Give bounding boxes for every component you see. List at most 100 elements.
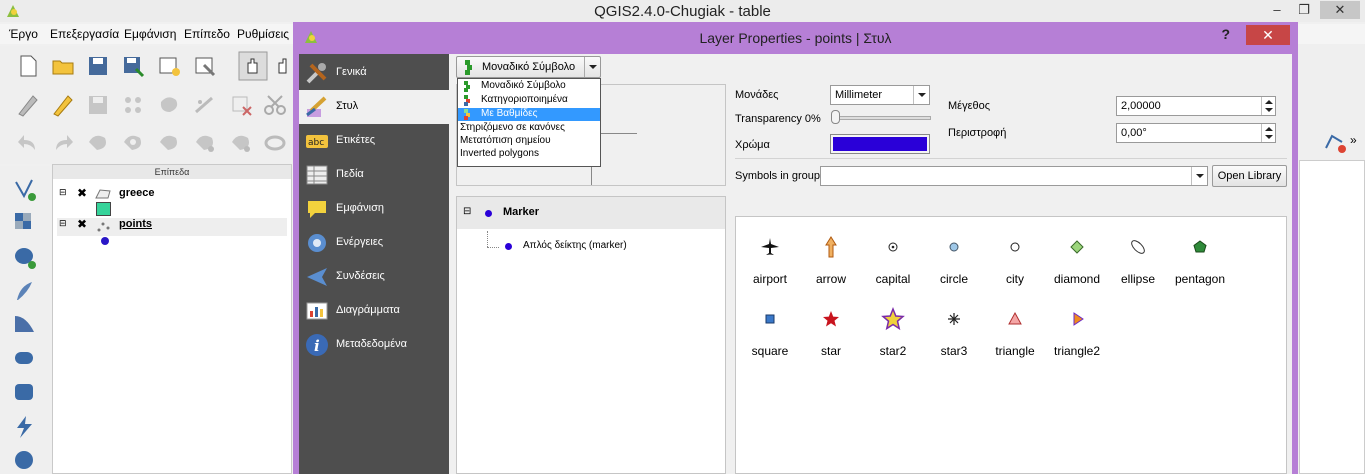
renderer-option-inverted-polygons[interactable]: Inverted polygons (458, 148, 600, 161)
units-combo[interactable]: Millimeter (830, 85, 930, 105)
renderer-option-rule-based[interactable]: Στηριζόμενο σε κανόνες (458, 122, 600, 135)
renderer-option-point-displacement[interactable]: Μετατόπιση σημείου (458, 135, 600, 148)
delete-selected-icon[interactable] (228, 92, 254, 118)
undo-icon[interactable] (15, 130, 41, 156)
dialog-body: Γενικά Στυλ abc Ετικέτες Πεδία Εμφάνιση (299, 54, 1292, 474)
layer-visibility-checkbox[interactable]: ✖ (77, 217, 87, 231)
chevron-down-icon[interactable] (584, 57, 600, 77)
symbol-star2[interactable]: star2 (862, 289, 924, 358)
renderer-option-categorized[interactable]: Κατηγοριοποιημένα (458, 94, 600, 107)
symbol-circle[interactable]: circle (923, 217, 985, 286)
layer-row-greece[interactable]: ⊟ ✖ greece (57, 186, 287, 205)
symbol-airport[interactable]: airport (739, 217, 801, 286)
symbol-star[interactable]: star (800, 289, 862, 358)
chevron-down-icon[interactable] (1191, 167, 1207, 185)
pan-map-icon[interactable] (238, 51, 268, 81)
add-db2-layer-icon[interactable] (12, 380, 38, 406)
node-editor-icon[interactable] (1322, 130, 1346, 154)
tree-child-row[interactable]: Απλός δείκτης (marker) (477, 239, 717, 257)
add-ring-icon[interactable] (120, 130, 146, 156)
tree-root-row[interactable]: ⊟ Marker (457, 197, 725, 229)
add-vector-layer-icon[interactable] (12, 176, 38, 202)
symbols-group-combo[interactable] (820, 166, 1208, 186)
toggle-editing-icon[interactable] (50, 92, 76, 118)
help-button[interactable]: ? (1221, 26, 1230, 42)
redo-icon[interactable] (50, 130, 76, 156)
renderer-option-single[interactable]: Μοναδικό Σύμβολο (458, 80, 600, 93)
simplify-feature-icon[interactable] (85, 130, 111, 156)
close-dialog-button[interactable]: ✕ (1246, 25, 1290, 45)
open-project-icon[interactable] (50, 53, 76, 79)
delete-part-icon[interactable] (228, 130, 254, 156)
sidebar-item-joins[interactable]: Συνδέσεις (299, 260, 449, 294)
save-edits-icon[interactable] (85, 92, 111, 118)
symbol-pentagon[interactable]: pentagon (1169, 217, 1231, 286)
save-project-icon[interactable] (85, 53, 111, 79)
sidebar-item-style[interactable]: Στυλ (299, 90, 449, 124)
transparency-slider-handle[interactable] (831, 110, 840, 124)
current-edits-icon[interactable] (15, 92, 41, 118)
symbol-triangle2[interactable]: triangle2 (1046, 289, 1108, 358)
pan-to-selection-icon[interactable] (276, 53, 292, 79)
add-oracle-layer-icon[interactable] (12, 346, 38, 372)
add-mssql-layer-icon[interactable] (12, 312, 38, 338)
renderer-option-graduated[interactable]: Με Βαθμίδες (458, 108, 600, 121)
collapse-icon[interactable]: ⊟ (463, 206, 471, 217)
sidebar-item-diagrams[interactable]: Διαγράμματα (299, 294, 449, 328)
menu-view[interactable]: Εμφάνιση (124, 27, 176, 41)
symbol-arrow[interactable]: arrow (800, 217, 862, 286)
collapse-icon[interactable]: ⊟ (59, 187, 67, 198)
sidebar-item-display[interactable]: Εμφάνιση (299, 192, 449, 226)
menu-edit[interactable]: Επεξεργασία (50, 27, 119, 41)
add-raster-layer-icon[interactable] (12, 210, 38, 236)
symbol-city[interactable]: city (984, 217, 1046, 286)
transparency-slider[interactable] (831, 116, 931, 120)
node-tool-icon[interactable] (192, 92, 218, 118)
color-button[interactable] (830, 134, 930, 154)
menu-settings[interactable]: Ρυθμίσεις (237, 27, 289, 41)
add-wms-layer-icon[interactable] (12, 448, 38, 474)
save-as-icon[interactable] (120, 53, 146, 79)
menu-project[interactable]: Έργο (9, 27, 38, 41)
add-feature-icon[interactable] (120, 92, 146, 118)
map-canvas[interactable] (1299, 160, 1365, 474)
composer-manager-icon[interactable] (192, 53, 218, 79)
sidebar-item-actions[interactable]: Ενέργειες (299, 226, 449, 260)
add-wcs-layer-icon[interactable] (12, 414, 38, 440)
cut-features-icon[interactable] (262, 92, 288, 118)
sidebar-item-metadata[interactable]: i Μεταδεδομένα (299, 328, 449, 362)
new-print-composer-icon[interactable] (156, 53, 182, 79)
minimize-button[interactable]: – (1265, 1, 1289, 19)
add-part-icon[interactable] (156, 130, 182, 156)
size-spinbox[interactable]: 2,00000 (1116, 96, 1276, 116)
symbol-star3[interactable]: star3 (923, 289, 985, 358)
close-window-button[interactable]: ✕ (1320, 1, 1360, 19)
collapse-icon[interactable]: ⊟ (59, 218, 67, 229)
add-spatialite-layer-icon[interactable] (12, 278, 38, 304)
symbol-ellipse[interactable]: ellipse (1107, 217, 1169, 286)
new-project-icon[interactable] (15, 53, 41, 79)
renderer-type-combo[interactable]: Μοναδικό Σύμβολο (456, 56, 601, 78)
move-feature-icon[interactable] (156, 92, 182, 118)
layer-legend-point-marker (101, 237, 109, 245)
maximize-button[interactable]: ❐ (1292, 1, 1316, 19)
add-postgis-layer-icon[interactable] (12, 244, 38, 270)
spin-arrows-icon[interactable] (1261, 97, 1275, 115)
sidebar-item-labels[interactable]: abc Ετικέτες (299, 124, 449, 158)
sidebar-item-general[interactable]: Γενικά (299, 56, 449, 90)
layer-row-points[interactable]: ⊟ ✖ points (57, 217, 287, 236)
symbol-triangle[interactable]: triangle (984, 289, 1046, 358)
symbol-square[interactable]: square (739, 289, 801, 358)
symbol-capital[interactable]: capital (862, 217, 924, 286)
delete-ring-icon[interactable] (192, 130, 218, 156)
rotation-spinbox[interactable]: 0,00° (1116, 123, 1276, 143)
symbol-diamond[interactable]: diamond (1046, 217, 1108, 286)
layer-visibility-checkbox[interactable]: ✖ (77, 186, 87, 200)
toolbar-overflow-icon[interactable]: » (1350, 133, 1357, 147)
reshape-features-icon[interactable] (262, 130, 288, 156)
menu-layer[interactable]: Επίπεδο (184, 27, 230, 41)
chevron-down-icon[interactable] (913, 86, 929, 104)
open-library-button[interactable]: Open Library (1212, 165, 1287, 187)
sidebar-item-fields[interactable]: Πεδία (299, 158, 449, 192)
spin-arrows-icon[interactable] (1261, 124, 1275, 142)
